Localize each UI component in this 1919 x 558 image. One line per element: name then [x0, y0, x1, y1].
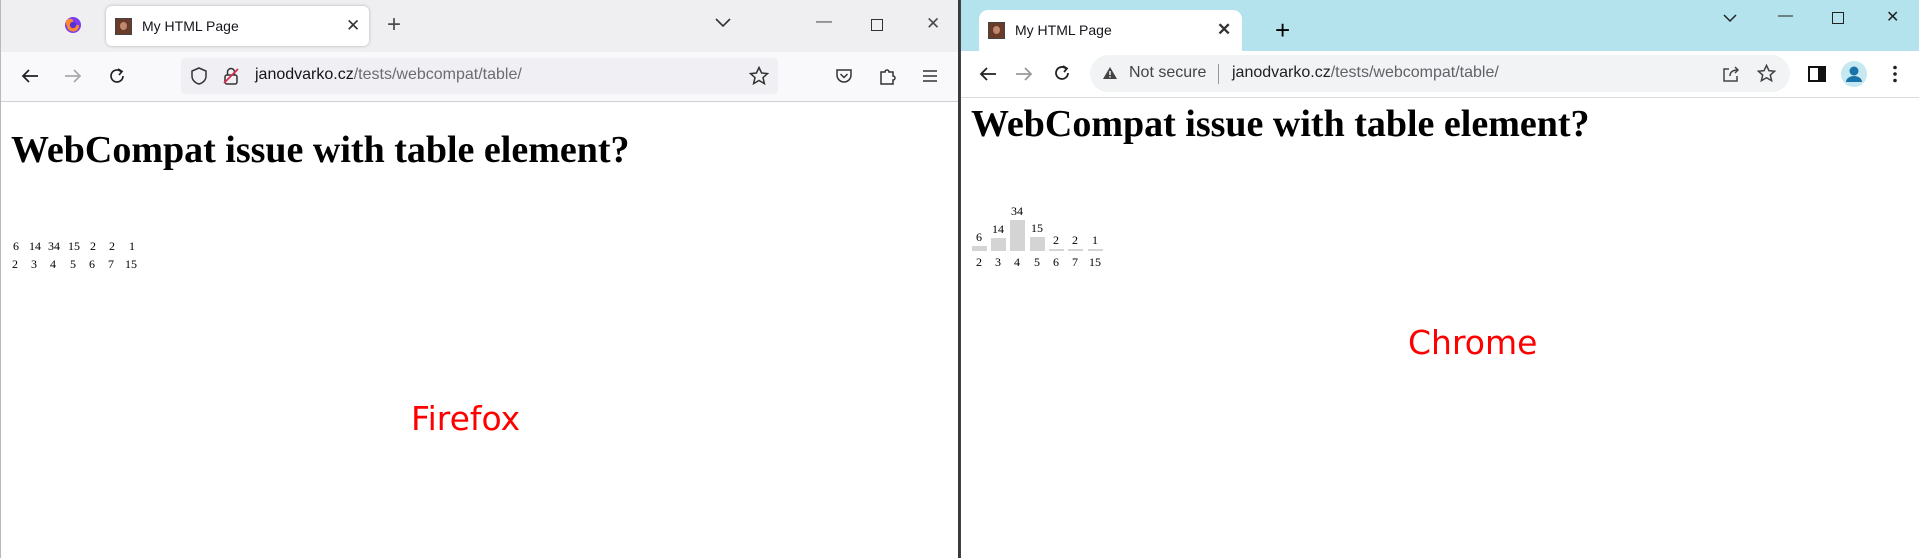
page-favicon-icon: [988, 22, 1005, 39]
table-label-cell: 4: [50, 257, 56, 271]
new-tab-button[interactable]: +: [387, 13, 401, 37]
insecure-lock-icon[interactable]: [223, 67, 239, 85]
table-label-cell: 3: [995, 255, 1001, 269]
chrome-page-content: WebCompat issue with table element? 6 14 3…: [961, 98, 1919, 558]
url-path: /tests/webcompat/table/: [1330, 64, 1499, 81]
warning-triangle-icon[interactable]: [1102, 66, 1118, 80]
firefox-nav-bar: janodvarko.cz/tests/webcompat/table/: [1, 52, 958, 102]
table-value-cell: 1: [1092, 233, 1098, 247]
arrow-right-icon[interactable]: [1015, 66, 1033, 82]
table-value-cell: 2: [109, 239, 115, 253]
firefox-url-bar[interactable]: janodvarko.cz/tests/webcompat/table/: [181, 58, 778, 94]
url-text[interactable]: janodvarko.cz/tests/webcompat/table/: [1232, 64, 1499, 82]
url-path: /tests/webcompat/table/: [353, 66, 522, 83]
table-label-cell: 5: [70, 257, 76, 271]
puzzle-icon[interactable]: [879, 66, 897, 86]
close-window-icon[interactable]: ✕: [1886, 10, 1899, 26]
table-bar: [1068, 249, 1083, 251]
tab-my-html-page[interactable]: My HTML Page ✕: [979, 10, 1242, 51]
tab-title: My HTML Page: [142, 18, 239, 34]
page-heading: WebCompat issue with table element?: [971, 103, 1590, 145]
close-tab-icon[interactable]: ✕: [346, 17, 360, 34]
table-bar: [1049, 249, 1064, 251]
table-bar: [1030, 237, 1045, 251]
chevron-down-icon[interactable]: [715, 18, 731, 28]
page-heading: WebCompat issue with table element?: [11, 129, 630, 171]
table-value-cell: 1: [129, 239, 135, 253]
new-tab-button[interactable]: +: [1275, 17, 1290, 43]
url-host: janodvarko.cz: [255, 66, 354, 83]
table-value-cell: 34: [1011, 204, 1023, 218]
share-icon[interactable]: [1722, 65, 1740, 82]
arrow-left-icon[interactable]: [979, 66, 997, 82]
firefox-window: My HTML Page ✕ + — ✕ janodvarko.cz/tests…: [0, 0, 958, 558]
table-label-cell: 15: [125, 257, 137, 271]
chrome-nav-bar: Not secure janodvarko.cz/tests/webcompat…: [961, 51, 1919, 98]
side-panel-icon[interactable]: [1808, 66, 1826, 82]
page-favicon-icon: [115, 18, 132, 35]
table-label-cell: 15: [1089, 255, 1101, 269]
not-secure-label[interactable]: Not secure: [1129, 64, 1206, 82]
table-value-cell: 15: [1031, 221, 1043, 235]
browser-caption: Chrome: [1408, 323, 1538, 362]
table-value-cell: 15: [68, 239, 80, 253]
star-icon[interactable]: [1757, 64, 1776, 83]
table-value-cell: 14: [992, 222, 1004, 236]
table-label-cell: 7: [108, 257, 114, 271]
minimize-icon[interactable]: —: [1778, 8, 1793, 23]
table-bar: [1088, 249, 1103, 251]
shield-icon[interactable]: [191, 67, 207, 85]
table-label-cell: 3: [31, 257, 37, 271]
table-label-cell: 2: [976, 255, 982, 269]
table-value-cell: 6: [13, 239, 19, 253]
data-table: 6 14 34 15 2 2 1 2 3 4 5 6 7 15: [9, 239, 179, 279]
table-value-cell: 2: [1072, 233, 1078, 247]
url-text[interactable]: janodvarko.cz/tests/webcompat/table/: [255, 66, 522, 84]
minimize-icon[interactable]: —: [816, 14, 832, 30]
browser-caption: Firefox: [411, 399, 521, 438]
table-label-cell: 6: [1053, 255, 1059, 269]
data-table: 6 14 34 15 2 2 1 2 3 4 5 6 7 15: [971, 201, 1141, 273]
reload-icon[interactable]: [108, 67, 126, 85]
tab-search-chevron-icon[interactable]: [1723, 14, 1737, 23]
table-bar: [1010, 220, 1025, 251]
table-value-cell: 2: [1053, 233, 1059, 247]
chrome-omnibox[interactable]: Not secure janodvarko.cz/tests/webcompat…: [1090, 55, 1790, 92]
close-window-icon[interactable]: ✕: [926, 15, 940, 32]
table-value-cell: 6: [976, 230, 982, 244]
table-value-cell: 14: [29, 239, 41, 253]
table-bar: [972, 246, 987, 251]
close-tab-icon[interactable]: ✕: [1217, 21, 1231, 38]
table-label-cell: 2: [12, 257, 18, 271]
firefox-logo-icon[interactable]: [64, 16, 82, 34]
firefox-page-content: WebCompat issue with table element? 6 14 3…: [1, 102, 958, 558]
maximize-icon[interactable]: [871, 19, 883, 31]
kebab-menu-icon[interactable]: [1893, 65, 1897, 83]
arrow-right-icon[interactable]: [64, 68, 82, 84]
pocket-icon[interactable]: [835, 68, 853, 84]
url-host: janodvarko.cz: [1232, 64, 1331, 81]
table-label-cell: 4: [1014, 255, 1020, 269]
table-value-cell: 34: [48, 239, 60, 253]
table-label-cell: 5: [1034, 255, 1040, 269]
star-icon[interactable]: [749, 66, 769, 86]
chrome-window: My HTML Page ✕ + — ✕ Not secure janodvar…: [960, 0, 1919, 558]
chrome-tab-bar: My HTML Page ✕ + — ✕: [961, 0, 1919, 51]
maximize-icon[interactable]: [1832, 12, 1844, 24]
tab-my-html-page[interactable]: My HTML Page ✕: [106, 6, 369, 46]
hamburger-menu-icon[interactable]: [922, 69, 938, 83]
table-bar: [991, 238, 1006, 251]
reload-icon[interactable]: [1053, 64, 1071, 82]
tab-title: My HTML Page: [1015, 22, 1112, 38]
arrow-left-icon[interactable]: [21, 68, 39, 84]
table-value-cell: 2: [90, 239, 96, 253]
table-label-cell: 6: [89, 257, 95, 271]
table-label-cell: 7: [1072, 255, 1078, 269]
omnibox-divider: [1218, 64, 1219, 84]
profile-avatar-icon[interactable]: [1841, 61, 1867, 87]
firefox-tab-bar: My HTML Page ✕ + — ✕: [1, 0, 958, 52]
